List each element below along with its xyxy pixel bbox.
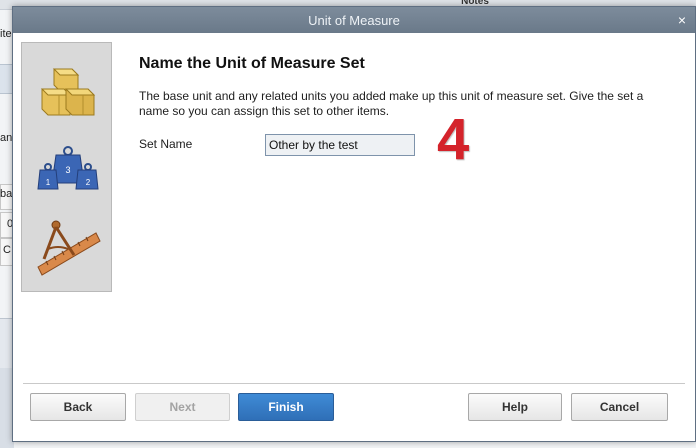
help-button-label: Help — [501, 400, 528, 414]
dialog-titlebar[interactable]: Unit of Measure × — [13, 7, 695, 33]
ruler-compass-icon — [34, 215, 102, 281]
weights-icon: 3 1 2 — [34, 137, 102, 203]
button-divider — [23, 383, 685, 384]
back-button[interactable]: Back — [30, 393, 126, 421]
finish-button-label: Finish — [268, 400, 304, 414]
page-heading: Name the Unit of Measure Set — [139, 55, 365, 72]
svg-text:2: 2 — [86, 178, 91, 187]
dialog-title: Unit of Measure — [308, 13, 400, 28]
cancel-button[interactable]: Cancel — [571, 393, 668, 421]
set-name-label: Set Name — [139, 137, 193, 151]
next-button-label: Next — [169, 400, 196, 414]
unit-of-measure-dialog: Unit of Measure × 3 1 2 Name the Unit of… — [12, 6, 696, 442]
help-button[interactable]: Help — [468, 393, 562, 421]
svg-text:1: 1 — [46, 178, 51, 187]
finish-button[interactable]: Finish — [238, 393, 334, 421]
cancel-button-label: Cancel — [599, 400, 640, 414]
page-description: The base unit and any related units you … — [139, 89, 644, 118]
step-number-annotation: 4 — [437, 107, 470, 172]
wizard-side-panel: 3 1 2 — [21, 42, 112, 292]
set-name-input[interactable] — [265, 134, 415, 156]
back-button-label: Back — [63, 400, 93, 414]
svg-text:3: 3 — [65, 165, 70, 175]
boxes-icon — [34, 55, 102, 121]
next-button[interactable]: Next — [135, 393, 230, 421]
close-icon[interactable]: × — [673, 11, 691, 29]
